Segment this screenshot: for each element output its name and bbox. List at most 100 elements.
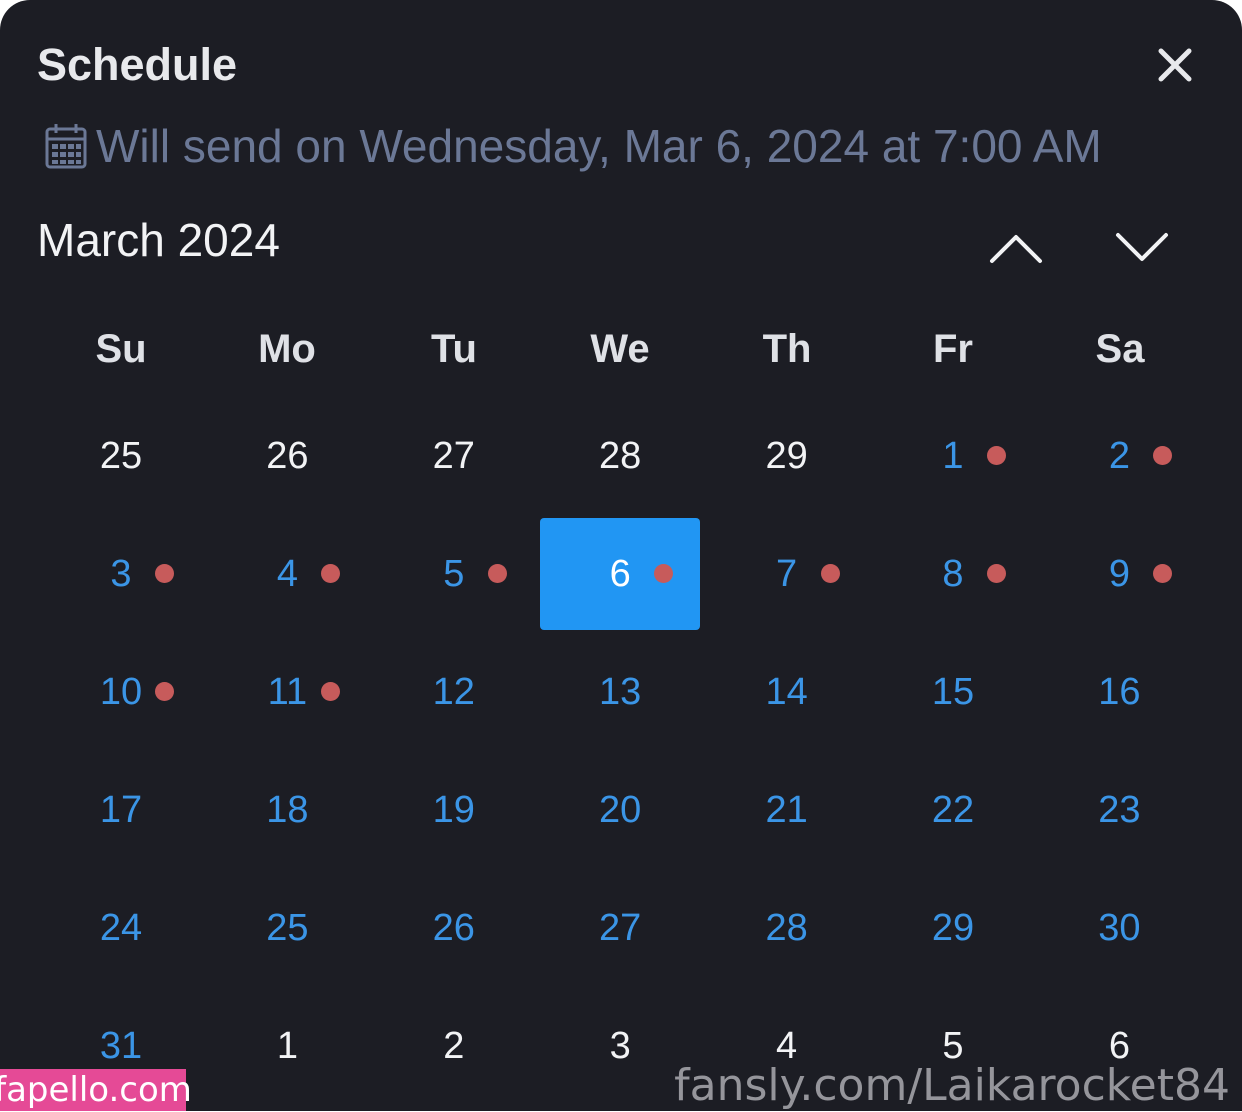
calendar-day[interactable]: 18 (207, 754, 367, 866)
chevron-up-icon (990, 235, 1042, 263)
chevron-down-icon (1116, 233, 1168, 261)
calendar-day[interactable]: 20 (540, 754, 700, 866)
calendar-day[interactable]: 17 (41, 754, 201, 866)
next-month-button[interactable] (1107, 218, 1177, 278)
schedule-summary-text: Will send on Wednesday, Mar 6, 2024 at 7… (96, 120, 1102, 172)
day-number: 17 (99, 788, 143, 831)
weekday-label: Su (95, 327, 147, 371)
day-number: 9 (1108, 552, 1130, 595)
scheduled-post-dot (654, 564, 674, 583)
day-number: 4 (276, 552, 298, 595)
calendar-day[interactable]: 7 (707, 518, 867, 630)
day-number: 1 (942, 434, 964, 477)
weekday-label: Fr (933, 327, 973, 371)
scheduled-post-dot (1153, 564, 1173, 583)
calendar-day[interactable]: 8 (873, 518, 1033, 630)
calendar-day[interactable]: 24 (41, 872, 201, 984)
day-number: 16 (1098, 670, 1141, 713)
scheduled-post-dot (321, 564, 341, 583)
calendar-day[interactable]: 26 (207, 400, 367, 512)
day-number: 31 (99, 1024, 143, 1067)
day-number: 18 (266, 788, 309, 831)
day-number: 3 (609, 1024, 631, 1067)
day-number: 27 (599, 906, 642, 949)
scheduled-post-dot (155, 564, 174, 583)
weekday-header: Su Mo Tu We Th Fr Sa (38, 322, 1204, 376)
fapello-watermark: fapello.com (0, 1069, 192, 1111)
day-number: 14 (765, 670, 808, 713)
day-number: 2 (443, 1024, 465, 1067)
day-number: 24 (99, 906, 143, 949)
calendar-day[interactable]: 2 (1039, 400, 1199, 512)
dialog-title: Schedule (37, 39, 238, 90)
calendar-day[interactable]: 28 (540, 400, 700, 512)
day-number: 21 (765, 788, 808, 831)
calendar-day[interactable]: 26 (374, 872, 534, 984)
calendar-day-selected[interactable]: 6 (540, 518, 701, 630)
calendar-day[interactable]: 19 (374, 754, 534, 866)
scheduled-post-dot (321, 682, 341, 701)
day-number: 30 (1098, 906, 1141, 949)
month-label: March 2024 (37, 214, 280, 266)
day-number: 7 (776, 552, 798, 595)
calendar-day[interactable]: 10 (41, 636, 201, 748)
scheduled-post-dot (1153, 446, 1173, 465)
calendar-day[interactable]: 23 (1039, 754, 1199, 866)
calendar-day[interactable]: 3 (41, 518, 201, 630)
calendar-day[interactable]: 30 (1039, 872, 1199, 984)
day-number: 8 (942, 552, 964, 595)
calendar-day[interactable]: 29 (873, 872, 1033, 984)
day-number: 28 (599, 434, 642, 477)
day-number: 3 (110, 552, 132, 595)
calendar-day[interactable]: 29 (707, 400, 867, 512)
calendar-day[interactable]: 22 (873, 754, 1033, 866)
weekday-label: Tu (431, 327, 477, 371)
day-number: 10 (99, 670, 143, 713)
day-number: 28 (765, 906, 808, 949)
day-number: 1 (276, 1024, 298, 1067)
calendar-day[interactable]: 28 (707, 872, 867, 984)
day-number: 19 (432, 788, 475, 831)
schedule-dialog: Schedule Will send on Wednesday, Mar 6, … (0, 0, 1242, 1111)
weekday-label: Sa (1095, 327, 1145, 371)
day-number: 22 (931, 788, 975, 831)
close-button[interactable] (1150, 40, 1200, 90)
day-number: 29 (765, 434, 808, 477)
scheduled-post-dot (987, 564, 1006, 583)
day-number: 12 (432, 670, 475, 713)
calendar-day[interactable]: 11 (207, 636, 367, 748)
calendar-day[interactable]: 1 (207, 990, 367, 1102)
calendar-day[interactable]: 25 (41, 400, 201, 512)
scheduled-post-dot (820, 564, 840, 583)
calendar-day[interactable]: 2 (374, 990, 534, 1102)
weekday-label: Mo (258, 327, 316, 371)
calendar-day[interactable]: 9 (1039, 518, 1199, 630)
day-number: 26 (432, 906, 475, 949)
scheduled-post-dot (987, 446, 1006, 465)
weekday-label: Th (762, 327, 812, 371)
schedule-summary: Will send on Wednesday, Mar 6, 2024 at 7… (44, 118, 1102, 174)
day-number: 2 (1108, 434, 1130, 477)
calendar-day[interactable]: 27 (540, 872, 700, 984)
calendar-day[interactable]: 15 (873, 636, 1033, 748)
fansly-watermark: fansly.com/Laikarocket84 (674, 1060, 1230, 1111)
previous-month-button[interactable] (981, 218, 1051, 278)
calendar-day[interactable]: 25 (207, 872, 367, 984)
calendar-day[interactable]: 13 (540, 636, 700, 748)
day-number: 25 (266, 906, 309, 949)
calendar-day[interactable]: 16 (1039, 636, 1199, 748)
calendar-day[interactable]: 21 (707, 754, 867, 866)
calendar-day[interactable]: 4 (207, 518, 367, 630)
calendar-day[interactable]: 12 (374, 636, 534, 748)
close-icon (1158, 48, 1192, 82)
day-number: 20 (599, 788, 642, 831)
calendar-day[interactable]: 14 (707, 636, 867, 748)
day-number: 23 (1098, 788, 1141, 831)
scheduled-post-dot (155, 682, 174, 701)
calendar-day[interactable]: 1 (873, 400, 1033, 512)
calendar-day[interactable]: 5 (374, 518, 534, 630)
scheduled-post-dot (487, 564, 507, 583)
calendar-day[interactable]: 27 (374, 400, 534, 512)
day-number: 25 (99, 434, 143, 477)
day-number: 15 (931, 670, 975, 713)
